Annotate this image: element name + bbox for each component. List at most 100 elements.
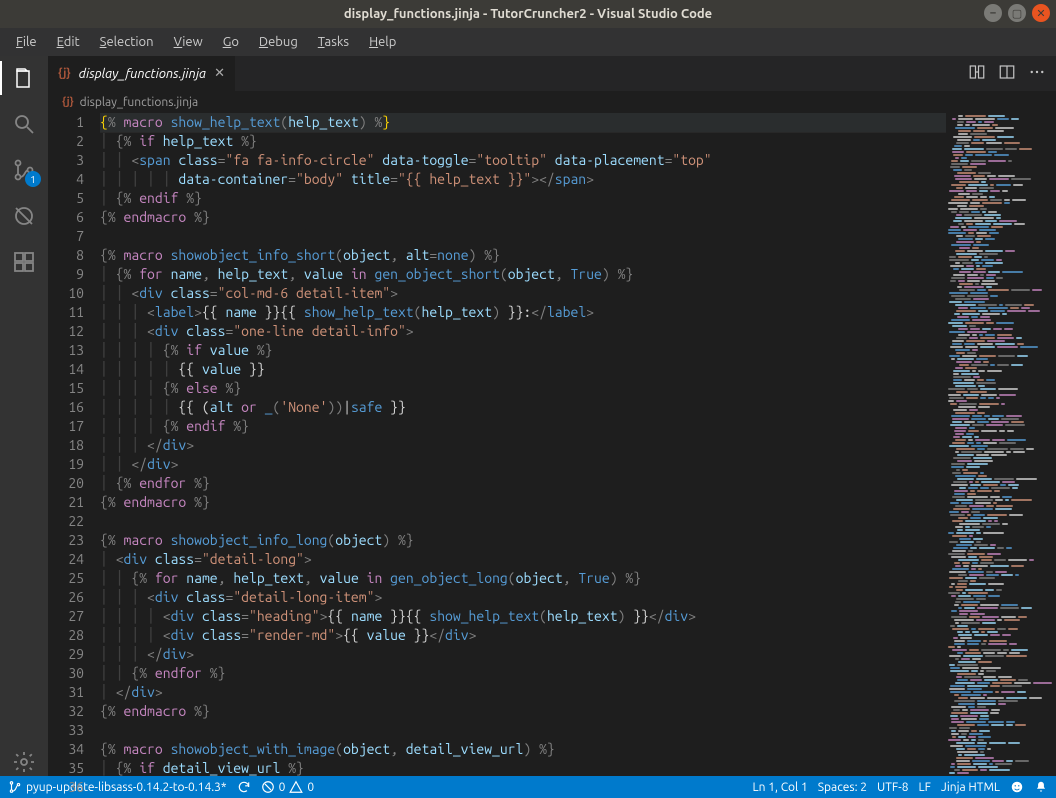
line-number[interactable]: 25 xyxy=(48,569,84,588)
code-line[interactable]: {% endmacro %} xyxy=(100,208,946,227)
indentation-item[interactable]: Spaces: 2 xyxy=(818,781,867,794)
code-line[interactable]: │ │ │ <label>{{ name }}{{ show_help_text… xyxy=(100,303,946,322)
line-number[interactable]: 34 xyxy=(48,740,84,759)
line-number[interactable]: 4 xyxy=(48,170,84,189)
code-line[interactable]: │ </div> xyxy=(100,683,946,702)
line-number[interactable]: 6 xyxy=(48,208,84,227)
line-number[interactable]: 30 xyxy=(48,664,84,683)
eol-item[interactable]: LF xyxy=(919,781,931,794)
line-number[interactable]: 17 xyxy=(48,417,84,436)
menu-go[interactable]: Go xyxy=(215,33,247,51)
menu-view[interactable]: View xyxy=(166,33,211,51)
line-number[interactable]: 2 xyxy=(48,132,84,151)
code-line[interactable]: │ <div class="detail-long"> xyxy=(100,550,946,569)
code-line[interactable]: │ │ <span class="fa fa-info-circle" data… xyxy=(100,151,946,170)
breadcrumb[interactable]: {j} display_functions.jinja xyxy=(48,91,1056,113)
code-editor[interactable]: {% macro show_help_text(help_text) %}│ {… xyxy=(100,113,946,776)
line-number[interactable]: 22 xyxy=(48,512,84,531)
more-actions-icon[interactable] xyxy=(1028,63,1046,85)
code-line[interactable]: │ │ │ </div> xyxy=(100,436,946,455)
menu-help[interactable]: Help xyxy=(361,33,404,51)
notifications-icon[interactable] xyxy=(1034,780,1048,794)
code-line[interactable]: │ │ │ │ {% endif %} xyxy=(100,417,946,436)
code-line[interactable]: │ │ │ │ {% else %} xyxy=(100,379,946,398)
code-line[interactable]: {% endmacro %} xyxy=(100,702,946,721)
line-number[interactable]: 26 xyxy=(48,588,84,607)
code-line[interactable]: {% macro showobject_with_image(object, d… xyxy=(100,740,946,759)
code-line[interactable]: │ │ │ │ <div class="heading">{{ name }}{… xyxy=(100,607,946,626)
code-line[interactable]: │ {% if help_text %} xyxy=(100,132,946,151)
code-line[interactable]: │ │ │ │ │ {{ (alt or _('None'))|safe }} xyxy=(100,398,946,417)
line-number[interactable]: 11 xyxy=(48,303,84,322)
line-number[interactable]: 13 xyxy=(48,341,84,360)
line-number[interactable]: 9 xyxy=(48,265,84,284)
code-line[interactable] xyxy=(100,512,946,531)
explorer-icon[interactable] xyxy=(10,64,38,92)
line-number[interactable]: 33 xyxy=(48,721,84,740)
line-number[interactable]: 8 xyxy=(48,246,84,265)
line-number[interactable]: 20 xyxy=(48,474,84,493)
code-line[interactable]: │ │ {% endfor %} xyxy=(100,664,946,683)
code-line[interactable]: │ │ │ │ │ {{ value }} xyxy=(100,360,946,379)
cursor-position[interactable]: Ln 1, Col 1 xyxy=(753,781,808,794)
line-number[interactable]: 12 xyxy=(48,322,84,341)
line-number[interactable]: 36 xyxy=(48,778,84,797)
language-mode[interactable]: Jinja HTML xyxy=(941,781,1000,794)
line-number[interactable]: 18 xyxy=(48,436,84,455)
menu-debug[interactable]: Debug xyxy=(251,33,306,51)
code-line[interactable]: {% macro showobject_info_short(object, a… xyxy=(100,246,946,265)
line-number[interactable]: 27 xyxy=(48,607,84,626)
code-line[interactable]: {% endmacro %} xyxy=(100,493,946,512)
line-number[interactable]: 7 xyxy=(48,227,84,246)
line-number[interactable]: 14 xyxy=(48,360,84,379)
code-line[interactable]: │ {% if detail_view_url %} xyxy=(100,759,946,776)
menu-file[interactable]: File xyxy=(8,33,45,51)
code-line[interactable]: │ {% for name, help_text, value in gen_o… xyxy=(100,265,946,284)
code-line[interactable] xyxy=(100,227,946,246)
feedback-icon[interactable] xyxy=(1010,780,1024,794)
line-number[interactable]: 32 xyxy=(48,702,84,721)
line-number[interactable]: 3 xyxy=(48,151,84,170)
debug-icon[interactable] xyxy=(10,202,38,230)
line-number[interactable]: 5 xyxy=(48,189,84,208)
window-close-button[interactable]: ✕ xyxy=(1032,4,1050,22)
line-number-gutter[interactable]: 1234567891011121314151617181920212223242… xyxy=(48,113,100,776)
line-number[interactable]: 1 xyxy=(48,113,84,132)
source-control-icon[interactable]: 1 xyxy=(10,156,38,184)
code-line[interactable]: {% macro showobject_info_long(object) %} xyxy=(100,531,946,550)
split-editor-icon[interactable] xyxy=(998,63,1016,85)
code-line[interactable]: │ │ <div class="col-md-6 detail-item"> xyxy=(100,284,946,303)
encoding-item[interactable]: UTF-8 xyxy=(877,781,908,794)
menu-selection[interactable]: Selection xyxy=(92,33,162,51)
compare-changes-icon[interactable] xyxy=(968,63,986,85)
code-line[interactable]: │ │ │ │ {% if value %} xyxy=(100,341,946,360)
menu-tasks[interactable]: Tasks xyxy=(310,33,357,51)
window-minimize-button[interactable]: – xyxy=(984,4,1002,22)
settings-gear-icon[interactable] xyxy=(10,748,38,776)
code-line[interactable]: │ │ </div> xyxy=(100,455,946,474)
line-number[interactable]: 21 xyxy=(48,493,84,512)
problems-item[interactable]: 0 0 xyxy=(261,780,315,794)
line-number[interactable]: 35 xyxy=(48,759,84,778)
line-number[interactable]: 29 xyxy=(48,645,84,664)
line-number[interactable]: 19 xyxy=(48,455,84,474)
line-number[interactable]: 15 xyxy=(48,379,84,398)
line-number[interactable]: 23 xyxy=(48,531,84,550)
code-line[interactable] xyxy=(100,721,946,740)
line-number[interactable]: 24 xyxy=(48,550,84,569)
minimap[interactable] xyxy=(946,113,1056,776)
code-line[interactable]: │ │ │ │ <div class="render-md">{{ value … xyxy=(100,626,946,645)
line-number[interactable]: 28 xyxy=(48,626,84,645)
git-branch-item[interactable]: pyup-update-libsass-0.14.2-to-0.14.3* xyxy=(8,780,227,794)
sync-icon[interactable] xyxy=(237,780,251,794)
line-number[interactable]: 31 xyxy=(48,683,84,702)
line-number[interactable]: 10 xyxy=(48,284,84,303)
window-maximize-button[interactable]: ▢ xyxy=(1008,4,1026,22)
code-line[interactable]: │ {% endfor %} xyxy=(100,474,946,493)
code-line[interactable]: │ │ │ │ │ data-container="body" title="{… xyxy=(100,170,946,189)
search-icon[interactable] xyxy=(10,110,38,138)
code-line[interactable]: │ │ │ <div class="one-line detail-info"> xyxy=(100,322,946,341)
code-line[interactable]: {% macro show_help_text(help_text) %} xyxy=(100,113,946,132)
menu-edit[interactable]: Edit xyxy=(49,33,88,51)
extensions-icon[interactable] xyxy=(10,248,38,276)
